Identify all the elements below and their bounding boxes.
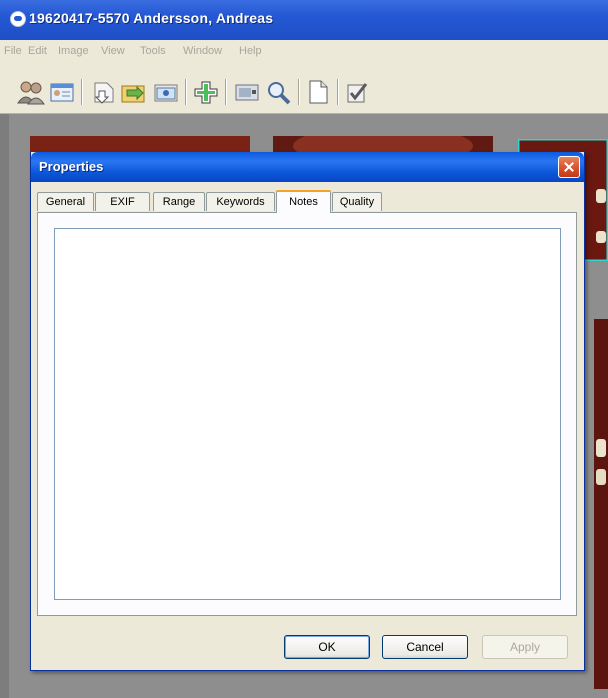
export-icon[interactable] xyxy=(119,77,149,107)
menu-image[interactable]: Image xyxy=(58,45,89,57)
notes-textarea[interactable] xyxy=(54,228,561,600)
properties-dialog: Properties General EXIF Range Keywords N… xyxy=(30,152,585,671)
menu-edit[interactable]: Edit xyxy=(28,45,47,57)
tab-exif[interactable]: EXIF xyxy=(95,192,150,211)
cancel-button[interactable]: Cancel xyxy=(382,635,468,659)
menu-tools[interactable]: Tools xyxy=(140,45,166,57)
camera-icon[interactable] xyxy=(151,77,181,107)
window-title: 19620417-5570 Andersson, Andreas xyxy=(29,10,274,26)
patient-card-icon[interactable] xyxy=(47,77,77,107)
tab-keywords[interactable]: Keywords xyxy=(206,192,275,211)
toolbar-separator xyxy=(81,79,82,105)
tab-quality[interactable]: Quality xyxy=(332,192,382,211)
tab-range[interactable]: Range xyxy=(153,192,205,211)
dialog-title: Properties xyxy=(39,159,104,174)
notes-tab-panel xyxy=(37,212,577,616)
dialog-titlebar: Properties xyxy=(31,152,584,182)
menu-bar: File Edit Image View Tools Window Help xyxy=(0,40,608,63)
zoom-icon[interactable] xyxy=(264,77,294,107)
menu-window[interactable]: Window xyxy=(183,45,222,57)
close-icon[interactable] xyxy=(558,156,580,178)
ok-button[interactable]: OK xyxy=(284,635,370,659)
menu-view[interactable]: View xyxy=(101,45,125,57)
tab-general[interactable]: General xyxy=(37,192,94,211)
toolbar-separator xyxy=(185,79,186,105)
toolbar xyxy=(0,63,608,114)
app-icon xyxy=(10,11,26,27)
window-titlebar: 19620417-5570 Andersson, Andreas xyxy=(0,0,608,40)
toolbar-separator xyxy=(225,79,226,105)
toolbar-separator xyxy=(298,79,299,105)
checklist-icon[interactable] xyxy=(343,77,373,107)
patients-icon[interactable] xyxy=(16,77,46,107)
menu-help[interactable]: Help xyxy=(239,45,262,57)
tab-notes[interactable]: Notes xyxy=(276,190,331,213)
add-icon[interactable] xyxy=(191,77,221,107)
menu-file[interactable]: File xyxy=(4,45,22,57)
toolbar-separator xyxy=(337,79,338,105)
dental-image-thumbnail[interactable] xyxy=(594,319,608,689)
apply-button[interactable]: Apply xyxy=(482,635,568,659)
display-icon[interactable] xyxy=(232,77,262,107)
document-icon[interactable] xyxy=(303,77,333,107)
import-icon[interactable] xyxy=(88,77,118,107)
